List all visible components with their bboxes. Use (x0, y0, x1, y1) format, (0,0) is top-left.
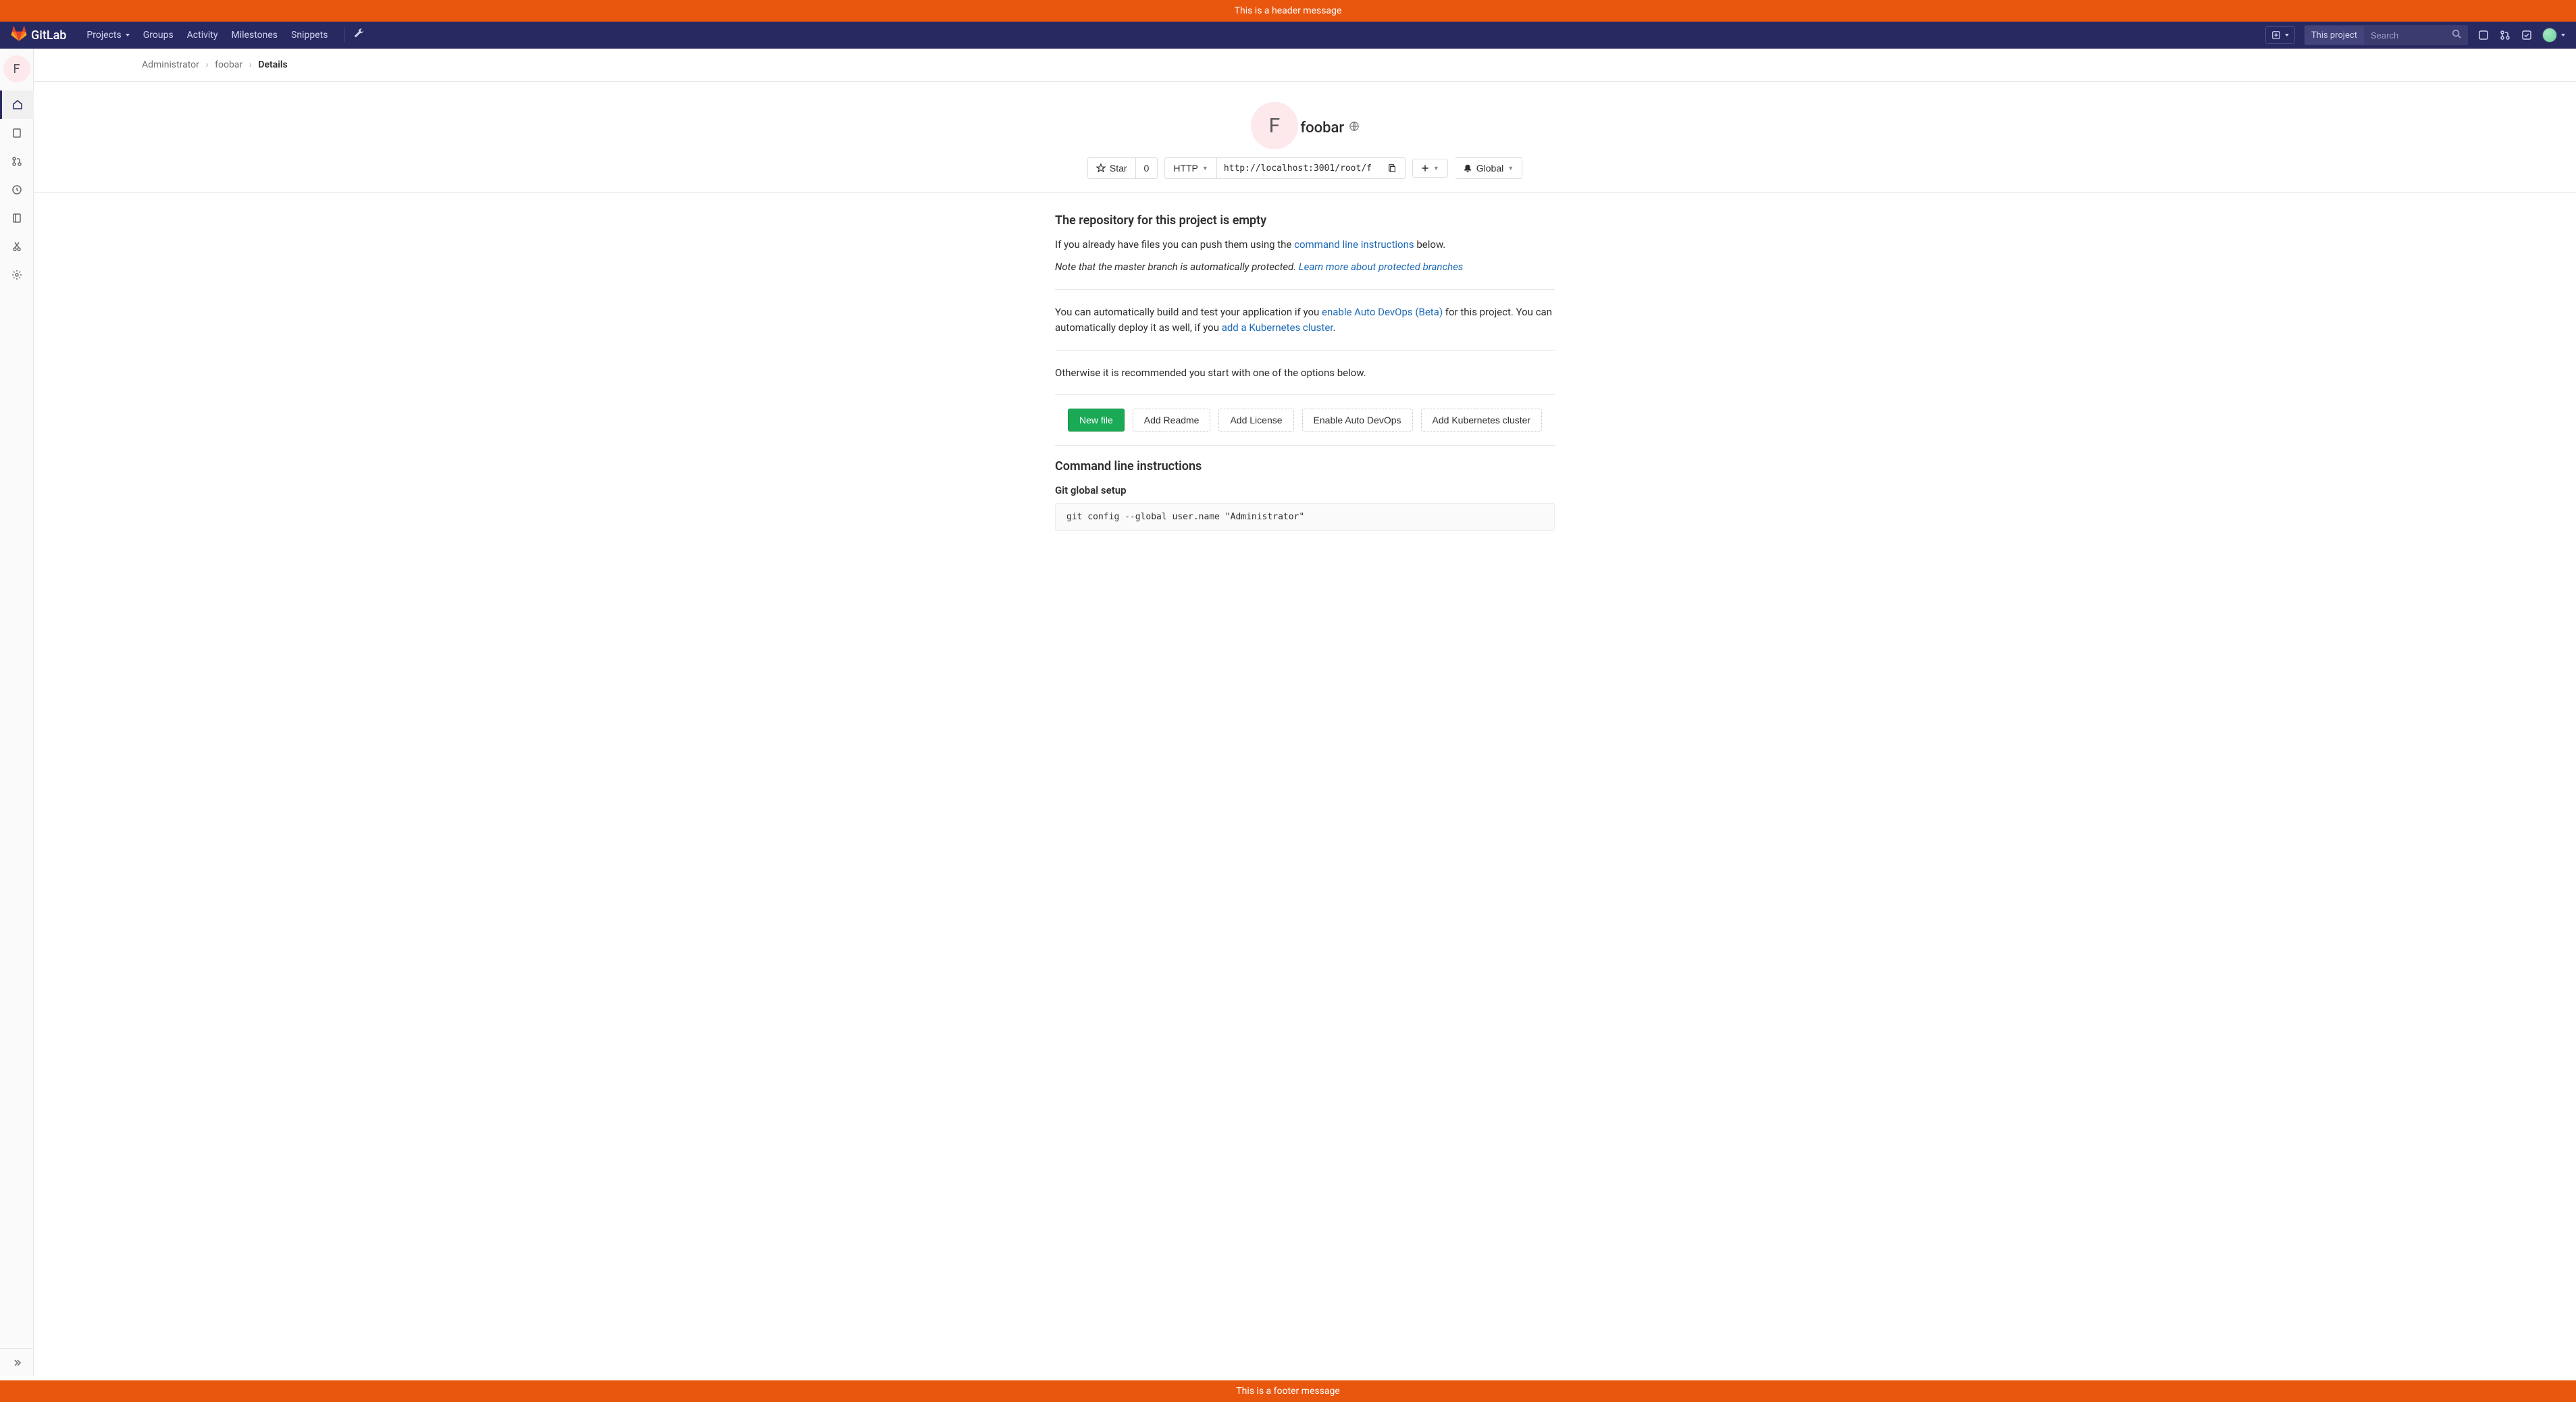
chevron-down-icon (2560, 30, 2565, 41)
empty-p3: You can automatically build and test you… (1055, 305, 1555, 335)
notification-dropdown[interactable]: Global ▼ (1455, 157, 1522, 179)
empty-heading: The repository for this project is empty (1055, 213, 1555, 228)
add-license-button[interactable]: Add License (1218, 409, 1293, 432)
merge-requests-icon[interactable] (2499, 29, 2511, 41)
breadcrumb-project[interactable]: foobar (215, 59, 242, 70)
footer-banner: This is a footer message (0, 1380, 2576, 1402)
sidebar-settings[interactable] (0, 261, 34, 289)
admin-wrench-icon[interactable] (354, 28, 365, 42)
breadcrumb-separator: › (249, 59, 252, 70)
enable-devops-button[interactable]: Enable Auto DevOps (1302, 409, 1413, 432)
add-k8s-button[interactable]: Add Kubernetes cluster (1421, 409, 1543, 432)
sidebar-cicd[interactable] (0, 176, 34, 204)
nav-snippets[interactable]: Snippets (284, 23, 334, 47)
nav-activity[interactable]: Activity (180, 23, 225, 47)
todos-icon[interactable] (2521, 29, 2533, 41)
brand-name: GitLab (31, 28, 66, 43)
new-file-button[interactable]: New file (1068, 409, 1125, 432)
add-dropdown[interactable]: ▼ (1412, 159, 1448, 178)
empty-p2: Note that the master branch is automatic… (1055, 259, 1555, 275)
search-scope[interactable]: This project (2304, 26, 2364, 45)
add-readme-button[interactable]: Add Readme (1133, 409, 1211, 432)
star-button[interactable]: Star (1087, 157, 1136, 179)
gitlab-icon (11, 26, 27, 45)
cli-instructions-link[interactable]: command line instructions (1294, 238, 1414, 251)
header-banner: This is a header message (0, 0, 2576, 22)
empty-repo-content: The repository for this project is empty… (1055, 193, 1555, 585)
user-avatar (2542, 28, 2557, 43)
breadcrumb: Administrator › foobar › Details (34, 49, 2576, 82)
protocol-dropdown[interactable]: HTTP ▼ (1164, 157, 1216, 179)
breadcrumb-current: Details (258, 59, 287, 70)
issues-icon[interactable] (2477, 29, 2490, 41)
search: This project (2304, 25, 2468, 45)
main-content: Administrator › foobar › Details F fooba… (34, 49, 2576, 1376)
auto-devops-link[interactable]: enable Auto DevOps (Beta) (1322, 306, 1443, 318)
protected-branches-link[interactable]: Learn more about protected branches (1299, 261, 1464, 273)
new-dropdown[interactable] (2265, 26, 2295, 44)
breadcrumb-owner[interactable]: Administrator (142, 59, 199, 70)
chevron-down-icon (2284, 30, 2289, 41)
project-actions: Star 0 HTTP ▼ ▼ Global (142, 157, 2468, 179)
clone-url-input[interactable] (1217, 157, 1379, 179)
topbar-right: This project (2265, 25, 2565, 45)
chevron-down-icon (124, 30, 130, 41)
quick-actions: New file Add Readme Add License Enable A… (1055, 394, 1555, 446)
k8s-cluster-link[interactable]: add a Kubernetes cluster (1222, 321, 1333, 334)
sidebar-collapse[interactable] (0, 1348, 34, 1376)
top-nav: Projects Groups Activity Milestones Snip… (80, 23, 334, 47)
user-menu[interactable] (2542, 28, 2565, 43)
sidebar-wiki[interactable] (0, 204, 34, 232)
star-count[interactable]: 0 (1136, 157, 1158, 179)
sidebar-repository[interactable] (0, 119, 34, 147)
cli-code1: git config --global user.name "Administr… (1055, 503, 1555, 531)
project-hero: F foobar Star 0 HTTP ▼ (34, 82, 2576, 193)
empty-p4: Otherwise it is recommended you start wi… (1055, 365, 1555, 381)
sidebar-home[interactable] (0, 90, 34, 119)
project-avatar: F (1251, 102, 1298, 149)
project-avatar-small[interactable]: F (3, 55, 30, 82)
nav-projects[interactable]: Projects (80, 23, 136, 47)
nav-groups[interactable]: Groups (136, 23, 180, 47)
copy-url-button[interactable] (1379, 157, 1406, 179)
empty-p1: If you already have files you can push t… (1055, 237, 1555, 253)
search-icon[interactable] (2445, 25, 2468, 45)
project-title: foobar (1300, 120, 1359, 136)
sidebar-snippets[interactable] (0, 232, 34, 261)
cli-heading: Command line instructions (1055, 459, 1555, 473)
sidebar: F (0, 49, 34, 1376)
sidebar-merge-requests[interactable] (0, 147, 34, 176)
topbar: GitLab Projects Groups Activity Mileston… (0, 22, 2576, 49)
visibility-public-icon (1349, 122, 1359, 134)
breadcrumb-separator: › (205, 59, 208, 70)
cli-sub1: Git global setup (1055, 484, 1555, 496)
brand-logo[interactable]: GitLab (11, 26, 66, 45)
nav-milestones[interactable]: Milestones (225, 23, 285, 47)
divider (1055, 289, 1555, 290)
search-input[interactable] (2364, 26, 2445, 45)
